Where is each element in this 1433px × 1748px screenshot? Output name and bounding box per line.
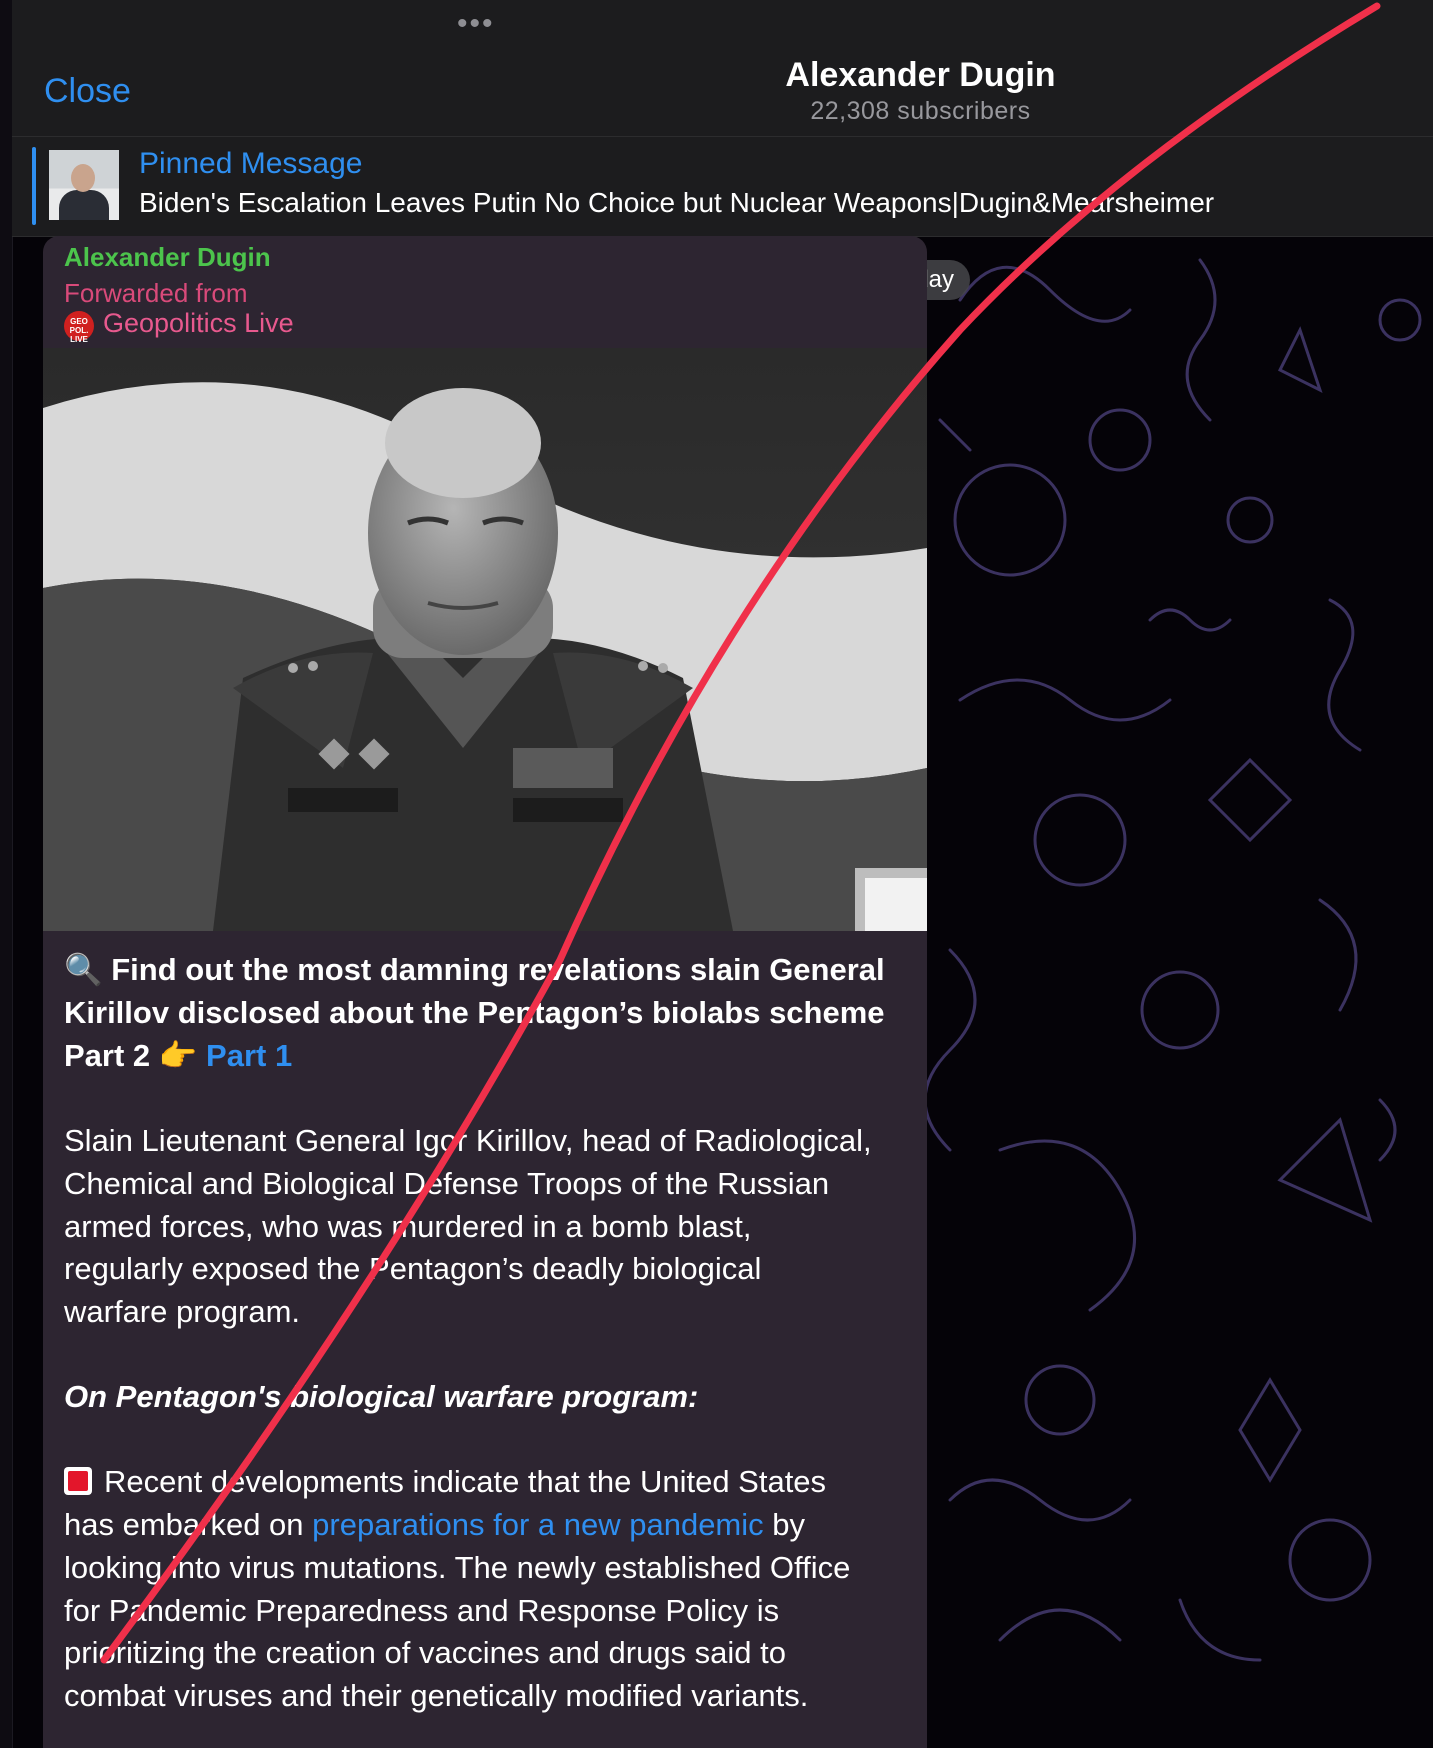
message-bubble[interactable]: Alexander Dugin Forwarded from GEO POL. LI…: [43, 236, 927, 1748]
section-heading: On Pentagon's biological warfare program…: [64, 1379, 699, 1414]
paragraph-line: Slain Lieutenant General Igor Kirillov, …: [64, 1123, 872, 1158]
headline-line-1: 🔍 Find out the most damning revelations …: [64, 952, 885, 987]
magnifier-icon: 🔍: [64, 952, 103, 987]
pandemic-preparations-link[interactable]: preparations for a new pandemic: [312, 1507, 763, 1542]
channel-title: Alexander Dugin: [785, 56, 1056, 94]
message-photo[interactable]: [43, 348, 927, 931]
bullet-line-1: Recent developments indicate that the Un…: [64, 1460, 826, 1503]
part-1-link[interactable]: Part 1: [206, 1038, 292, 1073]
bullet-line-6: combat viruses and their genetically mod…: [64, 1678, 809, 1713]
bullet-line-4: for Pandemic Preparedness and Response P…: [64, 1593, 780, 1628]
pinned-message-bar[interactable]: Pinned Message Biden's Escalation Leaves…: [12, 137, 1433, 237]
forwarded-label: Forwarded from: [64, 278, 248, 308]
bullet-line-5: prioritizing the creation of vaccines an…: [64, 1635, 787, 1670]
message-sender[interactable]: Alexander Dugin: [64, 242, 271, 273]
pinned-text: Biden's Escalation Leaves Putin No Choic…: [139, 187, 1215, 218]
paragraph-line: armed forces, who was murdered in a bomb…: [64, 1209, 752, 1244]
forwarded-channel-link[interactable]: Geopolitics Live: [103, 308, 294, 339]
red-square-icon: [64, 1467, 92, 1495]
pinned-thumbnail: [49, 150, 119, 220]
subscriber-count: 22,308 subscribers: [810, 97, 1031, 125]
close-button[interactable]: Close: [44, 72, 131, 111]
pinned-label: Pinned Message: [139, 147, 363, 180]
bullet-line-3: looking into virus mutations. The newly …: [64, 1550, 851, 1585]
pinned-indicator: [32, 147, 36, 225]
headline-line-2: Kirillov disclosed about the Pentagon’s …: [64, 995, 885, 1030]
paragraph-line: regularly exposed the Pentagon’s deadly …: [64, 1251, 762, 1286]
sheet-header: ••• Close Alexander Dugin 22,308 subscri…: [12, 0, 1433, 137]
bullet-line-2: has embarked on preparations for a new p…: [64, 1507, 805, 1542]
paragraph-line: warfare program.: [64, 1294, 301, 1329]
headline-line-3: Part 2 👉 Part 1: [64, 1038, 293, 1073]
channel-avatar-icon[interactable]: GEO POL. LIVE: [64, 311, 94, 344]
paragraph-line: Chemical and Biological Defense Troops o…: [64, 1166, 830, 1201]
sheet-grabber-icon[interactable]: •••: [457, 9, 495, 39]
backhand-index-pointing-right-icon: 👉: [158, 1038, 198, 1073]
left-edge-strip: [0, 0, 13, 1748]
